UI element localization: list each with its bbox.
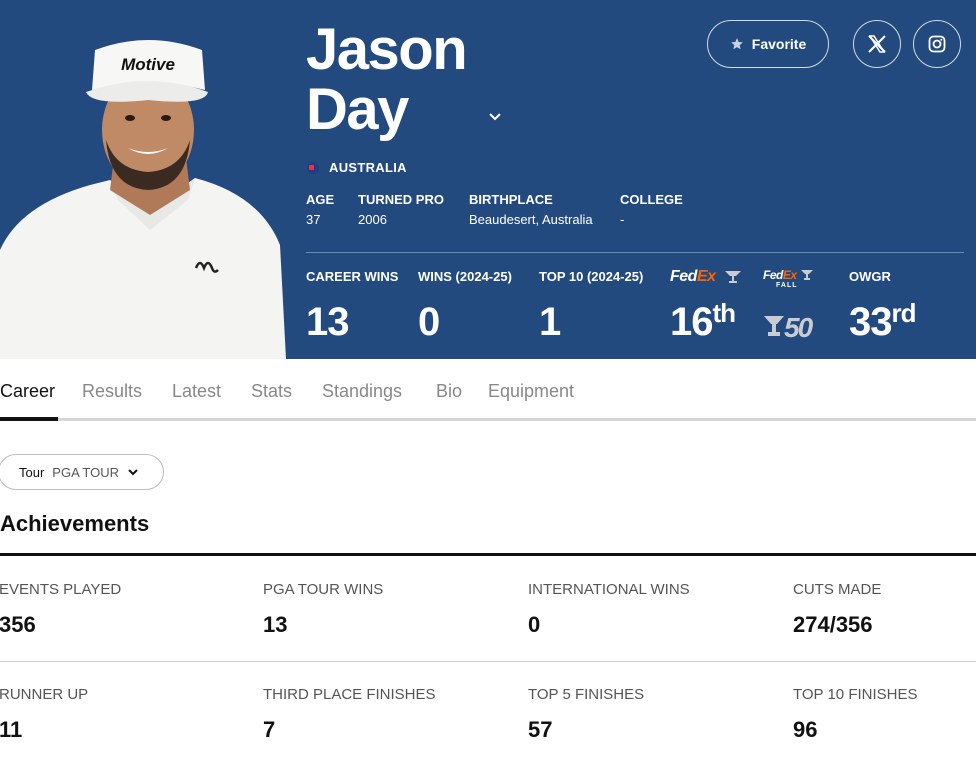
trophy-icon (725, 271, 741, 283)
tab-latest[interactable]: Latest (172, 381, 221, 402)
fedex-fall-50: 50 (784, 312, 813, 343)
player-hero: Motive Jason Day AUSTRALIA AGE 37 TURNED… (0, 0, 976, 359)
wins-season-value: 0 (418, 300, 440, 344)
x-twitter-button[interactable] (853, 20, 901, 68)
star-icon (730, 38, 743, 50)
tab-standings[interactable]: Standings (322, 381, 402, 402)
favorite-label: Favorite (751, 36, 807, 52)
country-name: AUSTRALIA (329, 160, 407, 175)
fall-50-trophy-icon (764, 316, 784, 336)
tab-bio[interactable]: Bio (436, 381, 462, 402)
tour-select[interactable]: Tour PGA TOUR (0, 454, 164, 490)
x-twitter-icon (868, 35, 886, 53)
international-wins-label: INTERNATIONAL WINS (528, 581, 690, 598)
runner-up-value: 11 (0, 717, 23, 742)
achievements-row-divider (0, 661, 976, 662)
bio-age-value: 37 (306, 212, 321, 227)
runner-up-label: RUNNER UP (0, 686, 89, 703)
pga-tour-wins-label: PGA TOUR WINS (263, 581, 384, 598)
instagram-button[interactable] (913, 20, 961, 68)
fedex-cup-logo: FedEx (670, 268, 716, 285)
player-country: AUSTRALIA (307, 160, 407, 175)
tour-select-value: PGA TOUR (52, 464, 120, 480)
hero-divider (306, 252, 964, 253)
third-place-label: THIRD PLACE FINISHES (263, 686, 436, 703)
bio-birthplace-label: BIRTHPLACE (469, 192, 553, 207)
third-place-value: 7 (263, 717, 276, 742)
cuts-made-value: 274/356 (793, 612, 873, 637)
events-played-value: 356 (0, 612, 36, 637)
international-wins-value: 0 (528, 612, 541, 637)
australia-flag-icon (307, 161, 319, 174)
events-played-label: EVENTS PLAYED (0, 581, 122, 598)
top10-season-label: TOP 10 (2024-25) (539, 269, 644, 284)
cuts-made-label: CUTS MADE (793, 581, 882, 598)
achievements-rule (0, 553, 976, 556)
achievements-title: Achievements (0, 511, 150, 536)
tab-stats[interactable]: Stats (251, 381, 292, 402)
owgr-value: 33rd (849, 298, 917, 344)
fedex-fall-label: FALL (776, 282, 798, 289)
tab-equipment[interactable]: Equipment (488, 381, 574, 402)
player-first-name: Jason (306, 17, 468, 82)
pga-tour-wins-value: 13 (263, 612, 288, 637)
chevron-down-icon (128, 469, 138, 476)
player-name: Jason Day (306, 17, 468, 142)
tour-select-label: Tour (19, 464, 45, 480)
bio-college-value: - (620, 212, 625, 227)
fedex-fall-logo: FedEx (763, 268, 797, 282)
career-wins-value: 13 (306, 300, 349, 344)
chevron-down-icon[interactable] (487, 108, 503, 124)
top5-finishes-label: TOP 5 FINISHES (528, 686, 645, 703)
bio-turned-pro-value: 2006 (358, 212, 387, 227)
bio-birthplace-value: Beaudesert, Australia (469, 212, 593, 227)
tab-results[interactable]: Results (82, 381, 142, 402)
cap-logo: Motive (121, 55, 175, 74)
career-wins-label: CAREER WINS (306, 269, 399, 284)
owgr-label: OWGR (849, 269, 891, 284)
favorite-button[interactable]: Favorite (707, 20, 829, 68)
bio-turned-pro-label: TURNED PRO (358, 192, 444, 207)
player-last-name: Day (306, 77, 409, 142)
fedex-rank-value: 16th (670, 298, 736, 344)
bio-age-label: AGE (306, 192, 335, 207)
bio-college-label: COLLEGE (620, 192, 683, 207)
player-photo: Motive (0, 0, 286, 359)
top10-season-value: 1 (539, 300, 561, 344)
top10-finishes-value: 96 (793, 717, 818, 742)
trophy-small-icon (801, 270, 813, 280)
active-tab-indicator (0, 417, 58, 421)
wins-season-label: WINS (2024-25) (418, 269, 512, 284)
tabs-baseline (0, 418, 976, 421)
tab-career[interactable]: Career (0, 381, 55, 402)
instagram-icon (928, 35, 946, 53)
profile-tabs: Career Results Latest Stats Standings Bi… (0, 359, 976, 422)
top5-finishes-value: 57 (528, 717, 553, 742)
top10-finishes-label: TOP 10 FINISHES (793, 686, 918, 703)
